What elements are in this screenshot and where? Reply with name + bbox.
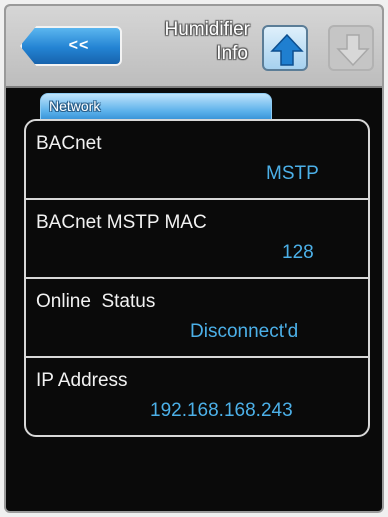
row-bacnet[interactable]: BACnet MSTP xyxy=(26,121,368,200)
scroll-down-button[interactable] xyxy=(328,25,374,71)
row-online-status[interactable]: Online Status Disconnect'd xyxy=(26,279,368,358)
row-online-status-value: Disconnect'd xyxy=(190,321,299,342)
back-button[interactable]: << xyxy=(20,26,122,66)
info-panel: BACnet MSTP BACnet MSTP MAC 128 Online S… xyxy=(24,119,370,437)
row-bacnet-label: BACnet xyxy=(36,133,102,154)
title-line-2: Info xyxy=(216,43,248,64)
title-line-1: Humidifier xyxy=(164,19,250,40)
row-bacnet-mstp-mac-value: 128 xyxy=(282,242,314,263)
back-button-label: << xyxy=(68,37,90,54)
scroll-up-button[interactable] xyxy=(262,25,308,71)
row-bacnet-mstp-mac[interactable]: BACnet MSTP MAC 128 xyxy=(26,200,368,279)
row-ip-address-value: 192.168.168.243 xyxy=(150,400,293,421)
row-bacnet-mstp-mac-label: BACnet MSTP MAC xyxy=(36,212,207,233)
device-screen: << Humidifier Info Network BACnet MSTP B… xyxy=(4,4,384,513)
row-ip-address-label: IP Address xyxy=(36,370,128,391)
arrow-up-icon xyxy=(270,33,304,66)
tab-network-label: Network xyxy=(49,98,101,114)
arrow-down-icon xyxy=(336,34,370,67)
page-title: Humidifier Info xyxy=(136,18,250,66)
header-bar: << Humidifier Info xyxy=(6,6,382,88)
row-online-status-label: Online Status xyxy=(36,291,156,312)
row-ip-address[interactable]: IP Address 192.168.168.243 xyxy=(26,358,368,435)
row-bacnet-value: MSTP xyxy=(266,163,319,184)
